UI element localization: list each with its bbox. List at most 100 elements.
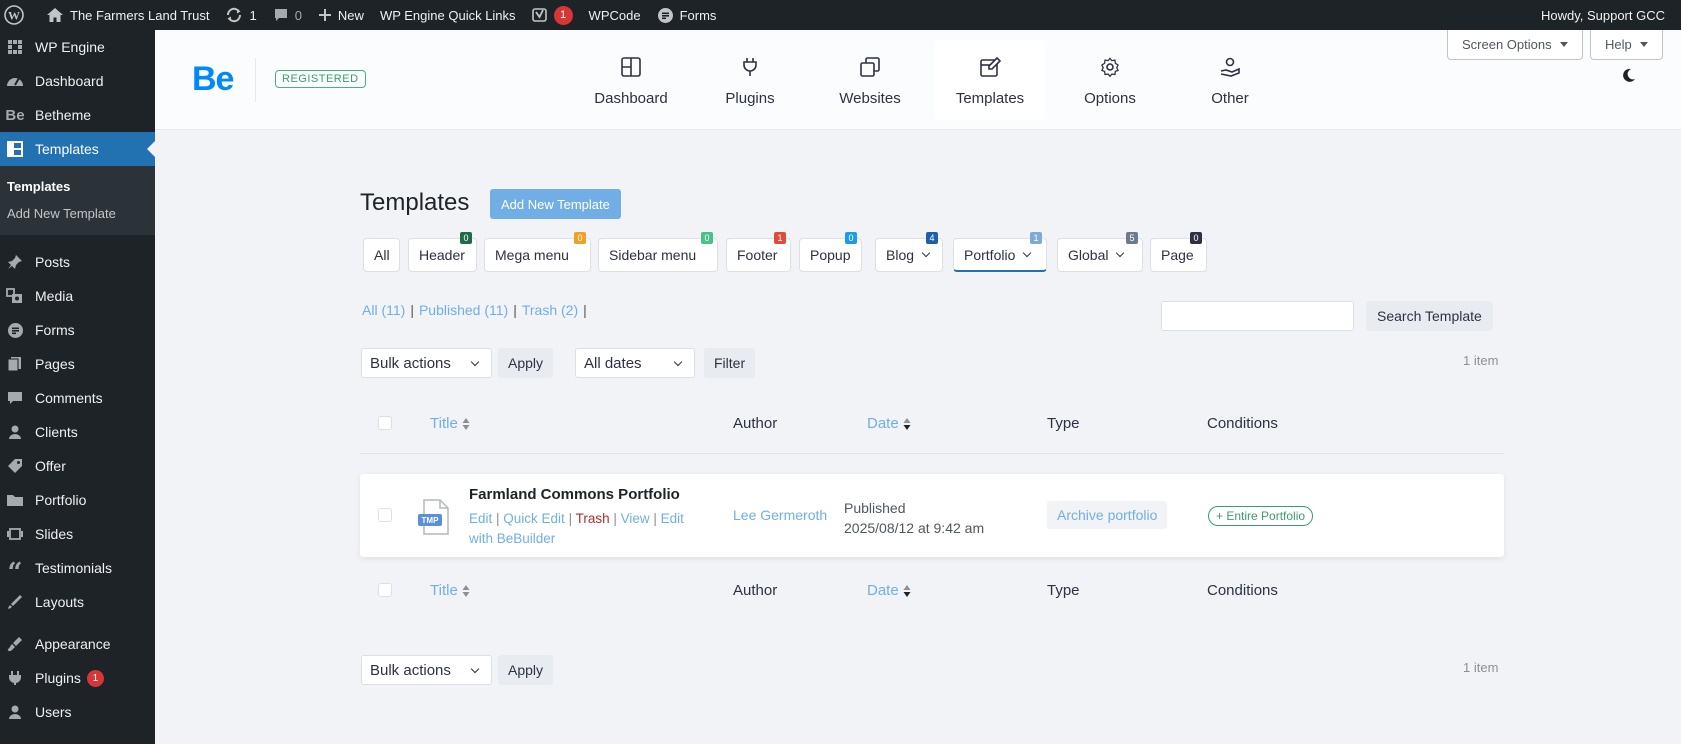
gear-icon — [1097, 54, 1123, 80]
status-link-trash[interactable]: Trash (2) — [522, 302, 578, 318]
sidebar-item-testimonials[interactable]: “ Testimonials — [0, 551, 155, 586]
sidebar-item-posts[interactable]: Posts — [0, 245, 155, 279]
add-new-template-button[interactable]: Add New Template — [490, 189, 621, 219]
sidebar-item-label: Slides — [35, 526, 74, 542]
date-filter-select[interactable]: All dates — [575, 348, 695, 378]
plus-icon — [318, 9, 331, 21]
registered-badge: REGISTERED — [275, 70, 366, 88]
type-filter-page[interactable]: Page 0 — [1150, 232, 1207, 272]
wp-engine-quick-links[interactable]: WP Engine Quick Links — [372, 0, 524, 30]
sidebar-item-comments[interactable]: Comments — [0, 381, 155, 415]
sidebar-item-media[interactable]: Media — [0, 279, 155, 313]
sidebar-item-pages[interactable]: Pages — [0, 347, 155, 381]
wordpress-logo-button[interactable]: W — [0, 0, 38, 30]
type-filter-sidebar-menu[interactable]: Sidebar menu 0 — [598, 232, 718, 272]
type-filter-header[interactable]: Header 0 — [408, 232, 477, 272]
sidebar-item-betheme[interactable]: Be Betheme — [0, 98, 155, 132]
comments-link[interactable]: 0 — [265, 0, 310, 30]
type-filter-label: All — [374, 247, 390, 263]
sidebar-item-appearance[interactable]: Appearance — [0, 627, 155, 661]
sidebar-item-label: Dashboard — [35, 73, 104, 89]
tab-plugins[interactable]: Plugins — [695, 40, 805, 120]
sidebar-item-plugins[interactable]: Plugins 1 — [0, 661, 155, 695]
comment-bubble-icon — [274, 9, 287, 21]
row-checkbox[interactable] — [378, 508, 392, 522]
triangle-down-icon — [1639, 42, 1648, 47]
site-name-link[interactable]: The Farmers Land Trust — [38, 0, 217, 30]
submenu-item-templates[interactable]: Templates — [0, 173, 155, 200]
screen-options-button[interactable]: Screen Options — [1447, 30, 1583, 60]
help-button[interactable]: Help — [1590, 30, 1663, 60]
wpcode-link[interactable]: WPCode — [581, 0, 649, 30]
updates-link[interactable]: 1 — [217, 0, 264, 30]
my-account-link[interactable]: Howdy, Support GCC — [1533, 0, 1681, 30]
apply-button-bottom[interactable]: Apply — [498, 655, 554, 685]
tab-options[interactable]: Options — [1055, 40, 1165, 120]
apply-button-top[interactable]: Apply — [498, 348, 554, 378]
status-link-all[interactable]: All (11) — [362, 302, 405, 318]
row-conditions-badge: + Entire Portfolio — [1208, 506, 1314, 526]
sidebar-item-layouts[interactable]: Layouts — [0, 585, 155, 619]
sidebar-item-forms[interactable]: Forms — [0, 313, 155, 347]
sidebar-item-clients[interactable]: Clients — [0, 415, 155, 449]
sidebar-item-dashboard[interactable]: Dashboard — [0, 64, 155, 98]
tab-websites[interactable]: Websites — [815, 40, 925, 120]
row-title-link[interactable]: Farmland Commons Portfolio — [469, 486, 680, 503]
sidebar-item-templates[interactable]: Templates — [0, 132, 155, 166]
search-template-button[interactable]: Search Template — [1366, 301, 1493, 331]
table-row: TMP Farmland Commons Portfolio Edit | Qu… — [360, 474, 1504, 557]
search-input[interactable] — [1161, 301, 1354, 331]
action-edit[interactable]: Edit — [469, 511, 492, 526]
filter-button[interactable]: Filter — [704, 348, 756, 378]
bulk-actions-select-top[interactable]: Bulk actions — [361, 348, 492, 378]
betheme-logo[interactable]: Be — [192, 60, 234, 99]
submenu-item-add-new-template[interactable]: Add New Template — [0, 200, 155, 227]
yoast-link[interactable]: 1 — [524, 0, 581, 30]
page-title: Templates — [360, 189, 470, 216]
column-type-bottom: Type — [1047, 582, 1080, 599]
row-author-link[interactable]: Lee Germeroth — [733, 507, 827, 523]
type-filter-portfolio[interactable]: Portfolio 1 — [953, 232, 1047, 272]
type-filter-global[interactable]: Global 5 — [1057, 232, 1143, 272]
sidebar-item-slides[interactable]: Slides — [0, 517, 155, 551]
type-filter-popup[interactable]: Popup 0 — [799, 232, 862, 272]
yoast-icon — [531, 8, 547, 22]
tab-dashboard[interactable]: Dashboard — [576, 40, 686, 120]
new-content-link[interactable]: New — [310, 0, 372, 30]
action-view[interactable]: View — [621, 511, 650, 526]
wpcode-label: WPCode — [588, 7, 641, 23]
action-quick-edit[interactable]: Quick Edit — [503, 511, 565, 526]
select-all-checkbox[interactable] — [378, 416, 392, 430]
count-badge: 1 — [774, 232, 786, 244]
column-title-sort[interactable]: Title — [430, 415, 470, 432]
forms-link[interactable]: Forms — [649, 0, 725, 30]
logo-divider — [255, 58, 256, 102]
dark-mode-toggle[interactable] — [1621, 67, 1637, 86]
column-type: Type — [1047, 415, 1080, 432]
bulk-actions-select-bottom[interactable]: Bulk actions — [361, 655, 492, 685]
users-icon — [5, 702, 25, 722]
type-filter-all[interactable]: All — [363, 238, 400, 272]
type-filter-footer[interactable]: Footer 1 — [726, 232, 791, 272]
column-date-sort-bottom[interactable]: Date — [867, 582, 911, 599]
site-name: The Farmers Land Trust — [70, 7, 210, 23]
sidebar-item-wp-engine[interactable]: WP Engine — [0, 30, 155, 64]
sort-desc-icon — [903, 585, 911, 598]
type-filter-mega-menu[interactable]: Mega menu 0 — [484, 232, 591, 272]
row-type-badge[interactable]: Archive portfolio — [1047, 501, 1168, 529]
column-date-sort[interactable]: Date — [867, 415, 911, 432]
tab-other[interactable]: Other — [1175, 40, 1285, 120]
select-all-checkbox-bottom[interactable] — [378, 583, 392, 597]
action-trash[interactable]: Trash — [576, 511, 610, 526]
column-title-sort-bottom[interactable]: Title — [430, 582, 470, 599]
status-link-published[interactable]: Published (11) — [419, 302, 508, 318]
sidebar-item-portfolio[interactable]: Portfolio — [0, 483, 155, 517]
status-count: (11) — [484, 302, 509, 318]
type-filter-label: Footer — [737, 247, 778, 263]
user-hand-icon — [1217, 54, 1243, 80]
sidebar-item-offer[interactable]: Offer — [0, 449, 155, 483]
tab-templates[interactable]: Templates — [935, 40, 1045, 120]
type-filter-blog[interactable]: Blog 4 — [875, 232, 943, 272]
sidebar-item-users[interactable]: Users — [0, 695, 155, 729]
pages-icon — [5, 354, 25, 374]
